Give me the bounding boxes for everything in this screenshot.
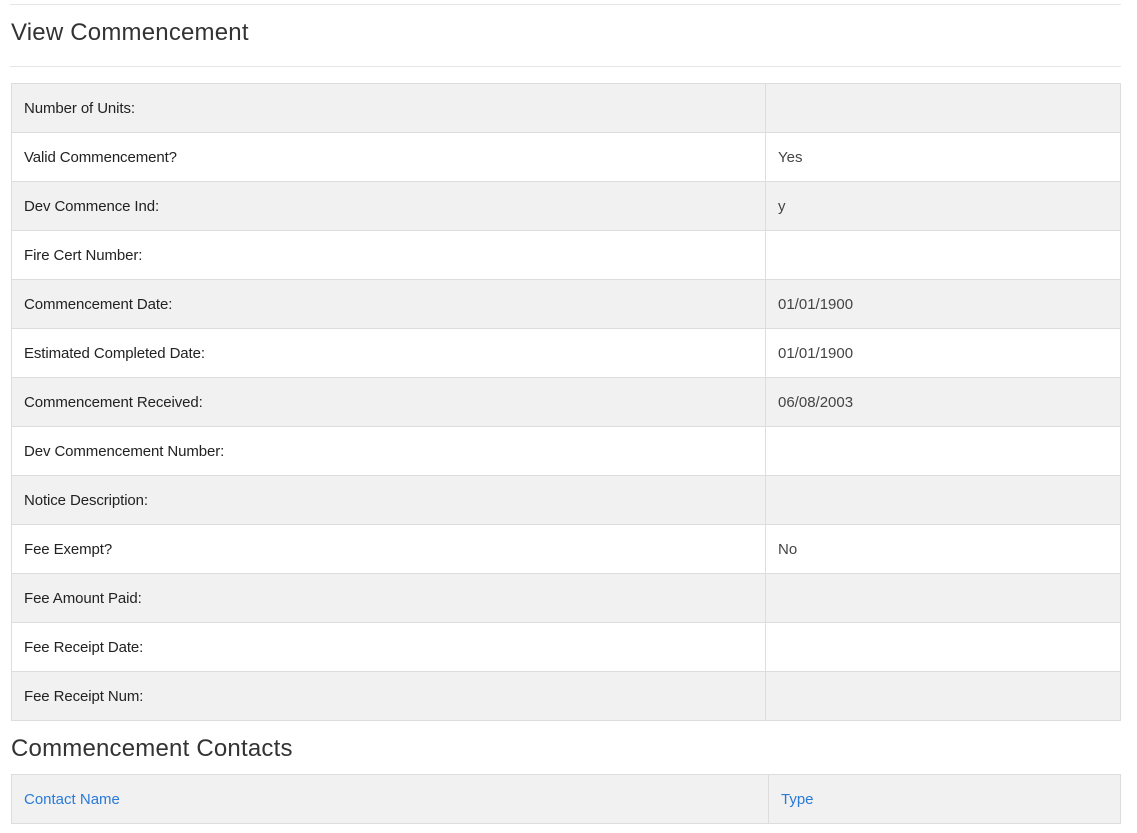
- table-row: Commencement Date: 01/01/1900: [11, 279, 1121, 329]
- field-value: 06/08/2003: [765, 377, 1121, 427]
- field-label: Notice Description:: [11, 475, 766, 525]
- contacts-section-title: Commencement Contacts: [11, 735, 293, 762]
- table-row: Valid Commencement? Yes: [11, 132, 1121, 182]
- table-row: Fire Cert Number:: [11, 230, 1121, 280]
- sort-by-type-link[interactable]: Type: [781, 791, 814, 808]
- top-divider: [10, 4, 1121, 5]
- commencement-details-table: Number of Units: Valid Commencement? Yes…: [11, 83, 1121, 721]
- field-label: Commencement Date:: [11, 279, 766, 329]
- field-value: [765, 671, 1121, 721]
- sort-by-contact-name-link[interactable]: Contact Name: [24, 791, 120, 808]
- field-value: [765, 426, 1121, 476]
- field-value: No: [765, 524, 1121, 574]
- table-row: Fee Exempt? No: [11, 524, 1121, 574]
- field-label: Valid Commencement?: [11, 132, 766, 182]
- title-divider: [10, 66, 1121, 67]
- table-row: Dev Commencement Number:: [11, 426, 1121, 476]
- table-row: Number of Units:: [11, 83, 1121, 133]
- page: View Commencement Number of Units: Valid…: [0, 0, 1137, 833]
- field-value: 01/01/1900: [765, 279, 1121, 329]
- field-label: Fee Receipt Num:: [11, 671, 766, 721]
- field-value: [765, 622, 1121, 672]
- contacts-table: Contact Name Type: [11, 774, 1121, 824]
- contact-name-column-header: Contact Name: [11, 774, 769, 824]
- page-title: View Commencement: [11, 19, 249, 46]
- field-label: Estimated Completed Date:: [11, 328, 766, 378]
- table-row: Commencement Received: 06/08/2003: [11, 377, 1121, 427]
- field-label: Dev Commencement Number:: [11, 426, 766, 476]
- table-row: Fee Amount Paid:: [11, 573, 1121, 623]
- field-label: Fee Exempt?: [11, 524, 766, 574]
- field-label: Fee Receipt Date:: [11, 622, 766, 672]
- field-value: Yes: [765, 132, 1121, 182]
- type-column-header: Type: [768, 774, 1121, 824]
- field-label: Commencement Received:: [11, 377, 766, 427]
- table-row: Fee Receipt Num:: [11, 671, 1121, 721]
- field-value: [765, 573, 1121, 623]
- table-row: Notice Description:: [11, 475, 1121, 525]
- field-value: [765, 83, 1121, 133]
- field-label: Number of Units:: [11, 83, 766, 133]
- field-value: [765, 475, 1121, 525]
- field-label: Fire Cert Number:: [11, 230, 766, 280]
- field-label: Dev Commence Ind:: [11, 181, 766, 231]
- field-label: Fee Amount Paid:: [11, 573, 766, 623]
- table-row: Estimated Completed Date: 01/01/1900: [11, 328, 1121, 378]
- field-value: [765, 230, 1121, 280]
- field-value: 01/01/1900: [765, 328, 1121, 378]
- table-row: Dev Commence Ind: y: [11, 181, 1121, 231]
- field-value: y: [765, 181, 1121, 231]
- contacts-header-row: Contact Name Type: [11, 774, 1121, 824]
- table-row: Fee Receipt Date:: [11, 622, 1121, 672]
